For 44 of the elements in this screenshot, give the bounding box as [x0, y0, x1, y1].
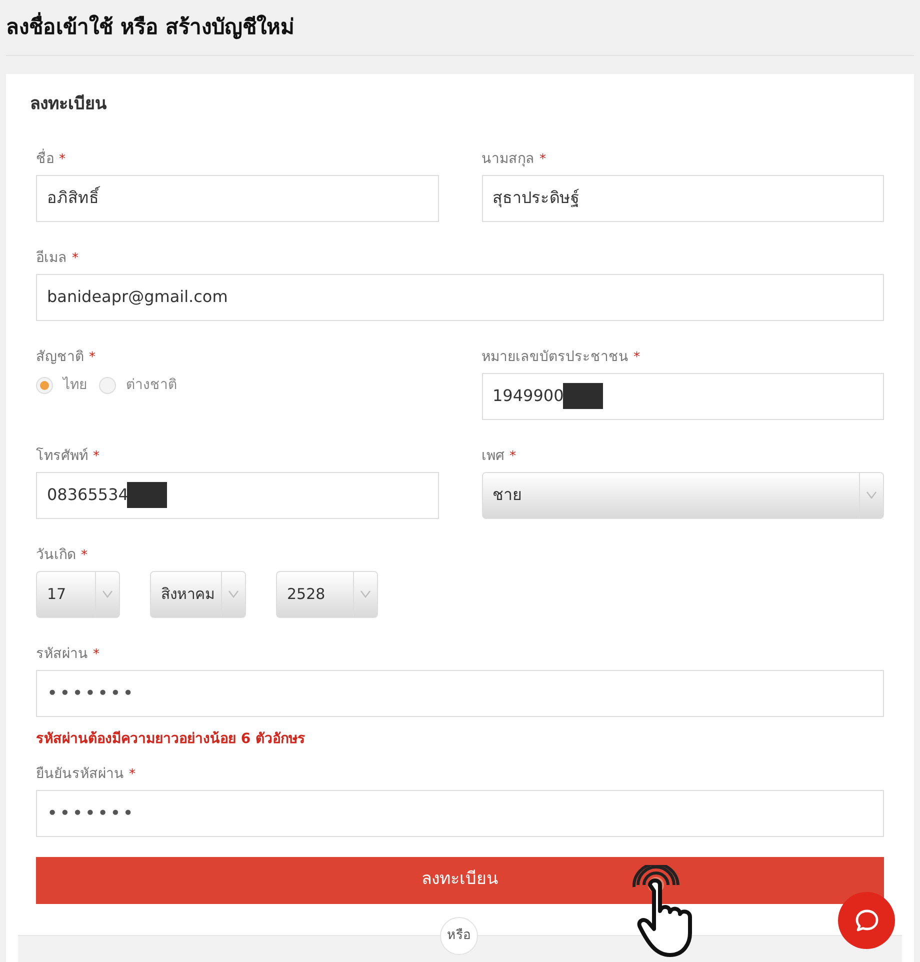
- input-field[interactable]: อภิสิทธิ์: [36, 174, 438, 222]
- input-field[interactable]: 1949900: [482, 372, 884, 420]
- required-mark: *: [81, 546, 88, 565]
- field-label: ยืนยันรหัสผ่าน: [36, 765, 124, 784]
- form-title: ลงทะเบียน: [30, 93, 108, 116]
- required-mark: *: [510, 448, 516, 466]
- chat-bubble-icon: [854, 908, 880, 934]
- field-label: วันเกิด: [36, 546, 76, 565]
- caret-icon: [228, 590, 239, 598]
- field-label: โทรศัพท์: [36, 446, 88, 466]
- required-mark: *: [72, 250, 78, 268]
- password-field[interactable]: •••••••: [36, 670, 884, 716]
- required-mark: *: [93, 646, 100, 664]
- required-mark: *: [89, 348, 96, 367]
- field-label: หมายเลขบัตรประชาชน: [482, 348, 628, 367]
- register-button[interactable]: ลงทะเบียน: [36, 856, 884, 904]
- field-label: รหัสผ่าน: [36, 645, 88, 664]
- radio-button[interactable]: [36, 376, 53, 394]
- select-field[interactable]: ชาย: [482, 472, 884, 518]
- select-field[interactable]: สิงหาคม: [150, 570, 246, 618]
- password-field[interactable]: •••••••: [36, 790, 884, 836]
- field-label: สัญชาติ: [36, 348, 84, 367]
- required-mark: *: [129, 766, 136, 784]
- required-mark: *: [59, 150, 66, 169]
- caret-icon: [866, 491, 877, 499]
- caret-icon: [102, 590, 113, 598]
- page-title: ลงชื่อเข้าใช้ หรือ สร้างบัญชีใหม่: [6, 12, 295, 44]
- field-label: นามสกุล: [482, 150, 534, 169]
- radio-button[interactable]: [99, 376, 116, 394]
- select-field[interactable]: 2528: [276, 570, 378, 618]
- field-label: ชื่อ: [36, 149, 54, 170]
- radio-label: ต่างชาติ: [126, 376, 177, 394]
- input-field[interactable]: สุธาประดิษฐ์: [482, 174, 884, 222]
- radio-label: ไทย: [63, 376, 87, 394]
- field-label: เพศ: [482, 447, 504, 466]
- required-mark: *: [634, 348, 640, 367]
- select-field[interactable]: 17: [36, 570, 120, 618]
- field-label: อีเมล: [36, 249, 67, 268]
- caret-icon: [360, 590, 371, 598]
- input-field[interactable]: banideapr@gmail.com: [36, 274, 884, 320]
- error-message: รหัสผ่านต้องมีความยาวอย่างน้อย 6 ตัวอักษร: [36, 730, 306, 748]
- required-mark: *: [93, 448, 100, 466]
- required-mark: *: [540, 150, 546, 169]
- input-field[interactable]: 08365534: [36, 472, 438, 518]
